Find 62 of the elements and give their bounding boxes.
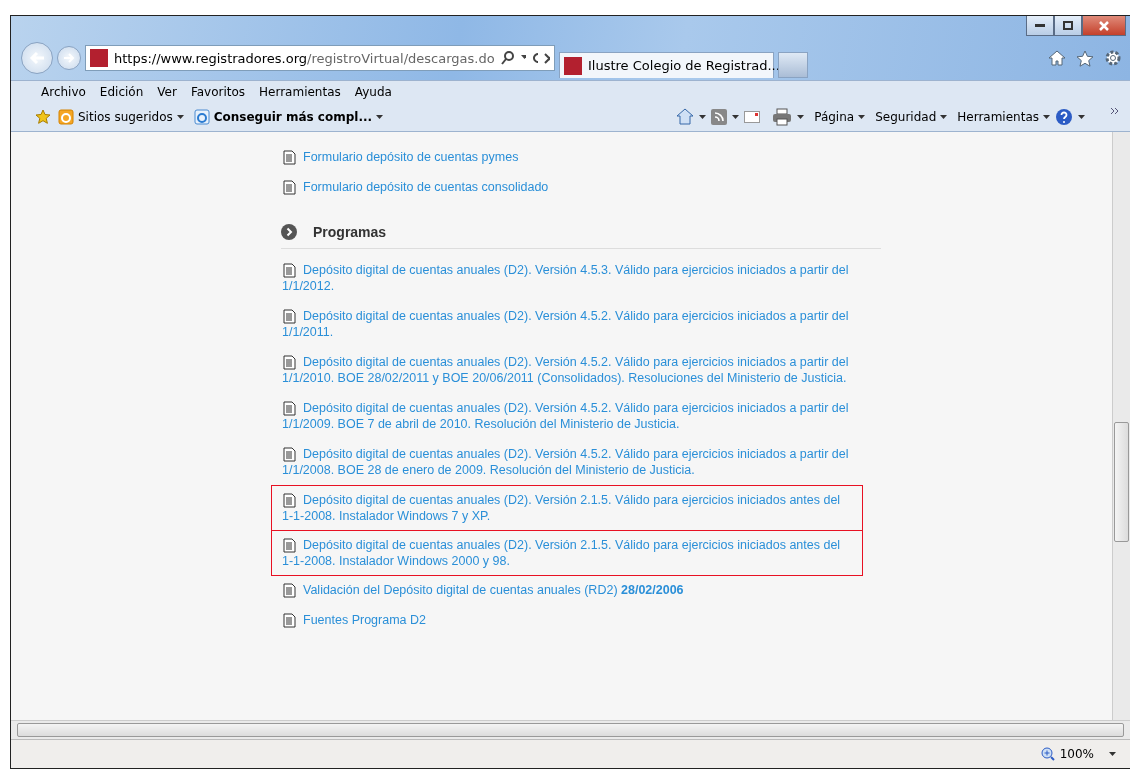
home-icon[interactable]	[1048, 50, 1066, 66]
maximize-button[interactable]	[1054, 16, 1082, 36]
command-menu[interactable]: Seguridad	[870, 110, 953, 124]
search-icon	[500, 51, 527, 65]
caret-icon	[858, 115, 866, 119]
document-icon	[282, 447, 297, 462]
star-icon[interactable]	[1076, 49, 1094, 67]
printer-icon[interactable]	[772, 108, 793, 126]
document-icon	[282, 150, 297, 165]
document-icon	[282, 263, 297, 278]
favorites-link[interactable]: Sitios sugeridos	[53, 109, 189, 125]
document-icon	[282, 538, 297, 553]
caret-icon	[1078, 115, 1085, 119]
feed-icon[interactable]	[711, 109, 728, 125]
chevron-circle-icon	[281, 224, 297, 240]
document-icon	[282, 401, 297, 416]
favorites-link[interactable]: Conseguir más compl...	[188, 109, 389, 125]
document-icon	[282, 493, 297, 508]
back-arrow-icon	[29, 51, 45, 65]
favorites-star-icon[interactable]	[35, 109, 53, 125]
zoom-level[interactable]: 100%	[1054, 747, 1099, 761]
chevron-icon[interactable]	[1110, 107, 1120, 115]
menu-item[interactable]: Archivo	[41, 85, 86, 99]
forward-arrow-icon	[63, 53, 75, 63]
menu-item[interactable]: Ayuda	[354, 85, 392, 99]
caret-icon	[176, 115, 184, 119]
caret-icon	[940, 115, 948, 119]
document-icon	[282, 613, 297, 628]
minimize-icon	[1035, 24, 1045, 27]
settings-icon[interactable]	[1104, 49, 1122, 67]
menu-item[interactable]: Edición	[99, 85, 144, 99]
document-icon	[282, 583, 297, 598]
command-menu[interactable]: Herramientas	[952, 110, 1055, 124]
site-icon	[58, 109, 74, 125]
menu-item[interactable]: Favoritos	[190, 85, 246, 99]
command-menu[interactable]: Página	[809, 110, 871, 124]
minimize-button[interactable]	[1026, 16, 1054, 36]
url-text: https://www.registradores.org/registroVirtual/descargas.do	[114, 50, 495, 66]
close-button[interactable]	[1082, 16, 1126, 36]
section-title: Programas	[313, 224, 387, 240]
menu-item[interactable]: Herramientas	[259, 85, 341, 99]
caret-icon	[797, 115, 805, 119]
home-icon[interactable]	[676, 108, 695, 126]
page-icon	[193, 109, 210, 125]
address-bar[interactable]: https://www.registradores.org/registroVirtual/descargas.do	[85, 45, 555, 71]
caret-icon	[376, 115, 384, 119]
menu-item[interactable]: Ver	[157, 85, 177, 99]
caret-icon	[699, 115, 707, 119]
vertical-scrollbar[interactable]	[1112, 132, 1130, 720]
caret-icon	[1109, 752, 1116, 756]
mail-icon[interactable]	[744, 111, 761, 123]
horizontal-scrollbar[interactable]	[11, 720, 1130, 739]
close-icon	[1099, 20, 1109, 31]
document-icon	[282, 309, 297, 324]
site-icon	[90, 49, 108, 67]
help-icon[interactable]	[1055, 108, 1073, 126]
maximize-icon	[1063, 21, 1073, 30]
caret-icon	[1043, 115, 1050, 119]
zoom-icon	[1040, 747, 1055, 761]
document-icon	[282, 355, 297, 370]
caret-icon	[732, 115, 740, 119]
document-icon	[282, 180, 297, 195]
